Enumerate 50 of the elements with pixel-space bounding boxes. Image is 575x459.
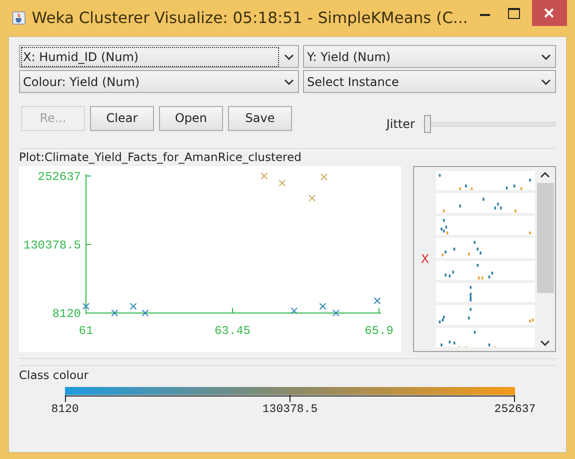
data-point <box>130 302 137 310</box>
chevron-down-icon <box>541 54 551 60</box>
legend-title: Class colour <box>19 368 90 382</box>
data-point <box>319 302 326 310</box>
attribute-strip[interactable] <box>436 216 535 236</box>
selected-marker: X <box>420 251 430 268</box>
attribute-strip[interactable] <box>436 238 535 258</box>
data-point <box>332 310 340 316</box>
attribute-strip[interactable] <box>436 305 535 325</box>
close-icon <box>544 8 554 18</box>
button[interactable]: Clear <box>90 106 154 130</box>
attribute-strip[interactable] <box>436 328 535 347</box>
window-title: Weka Clusterer Visualize: 05:18:51 - SimpleKMeans (C... <box>32 9 468 27</box>
data-point <box>82 302 90 310</box>
y-tick-label: 8120 <box>52 307 81 321</box>
data-point <box>142 310 149 316</box>
legend-tick-label: 8120 <box>51 403 79 416</box>
chevron-down-icon <box>284 78 294 84</box>
attribute-strip[interactable] <box>436 171 535 190</box>
maximize-icon <box>508 8 520 18</box>
slider-thumb[interactable] <box>424 115 431 133</box>
data-point <box>278 180 286 187</box>
legend-tick-label: 252637 <box>494 403 536 416</box>
dropdown[interactable]: Select Instance <box>303 70 556 93</box>
button[interactable]: Open <box>159 106 223 130</box>
dropdown[interactable]: Colour: Yield (Num) <box>19 70 299 93</box>
data-point <box>290 307 298 314</box>
data-point <box>260 172 268 180</box>
data-point <box>320 173 328 180</box>
plot-title: Plot:Climate_Yield_Facts_for_AmanRice_clustered <box>19 150 302 164</box>
attribute-strip[interactable] <box>436 193 535 213</box>
close-button[interactable] <box>532 0 567 26</box>
legend-tick-label: 130378.5 <box>262 403 318 416</box>
chevron-down-icon <box>284 54 294 60</box>
attribute-strip[interactable] <box>436 282 535 302</box>
data-point <box>374 297 381 304</box>
attribute-strip[interactable] <box>436 260 535 280</box>
y-tick-label: 130378.5 <box>23 238 81 252</box>
dropdown[interactable]: Y: Yield (Num) <box>303 45 556 68</box>
x-tick-label: 63.45 <box>214 324 250 338</box>
x-tick-label: 61 <box>78 324 94 338</box>
y-tick-label: 252637 <box>38 170 81 184</box>
java-cup-icon <box>12 9 26 27</box>
chevron-down-icon <box>541 78 551 84</box>
button[interactable]: Save <box>228 106 292 130</box>
data-point <box>308 194 316 202</box>
jitter-label: Jitter <box>386 117 415 131</box>
data-point <box>111 310 118 316</box>
x-tick-label: 65.9 <box>364 324 394 338</box>
dropdown[interactable]: X: Humid_ID (Num) <box>19 45 299 68</box>
